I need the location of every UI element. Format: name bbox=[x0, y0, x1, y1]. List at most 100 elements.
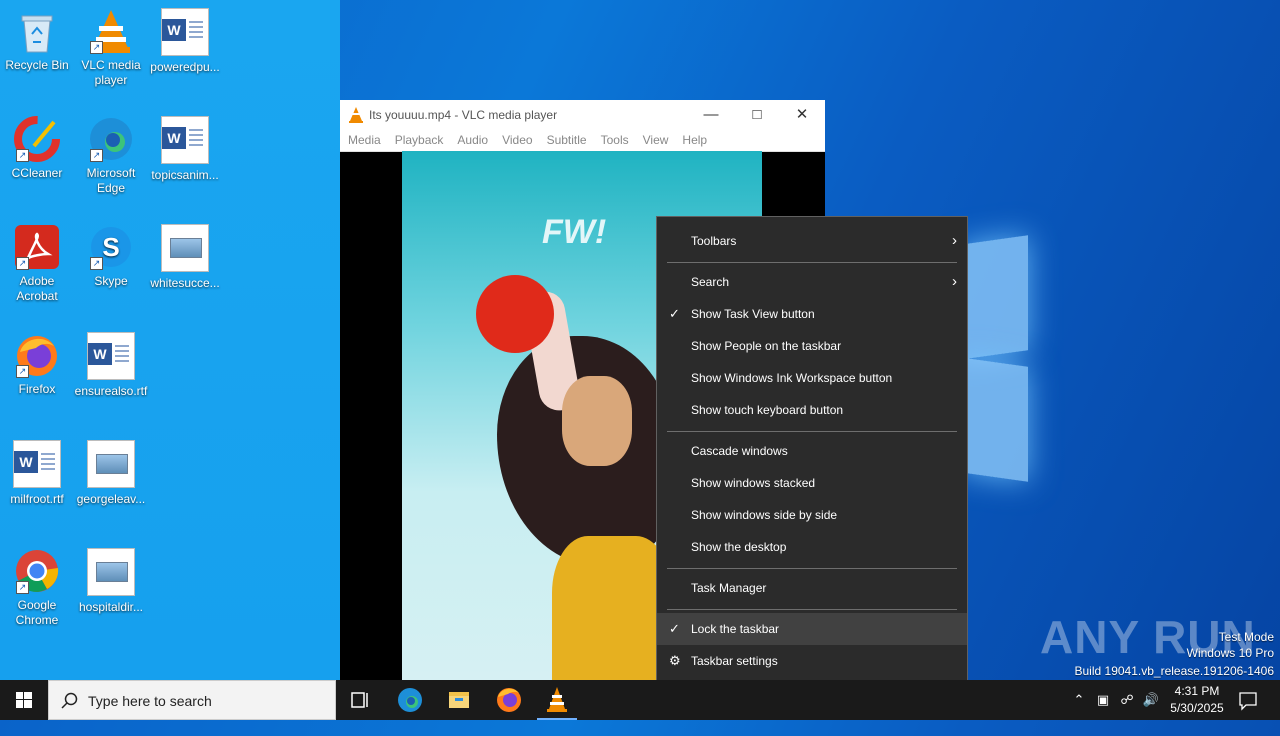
vlc-window-title: Its youuuu.mp4 - VLC media player bbox=[369, 108, 558, 122]
taskbar[interactable]: Type here to search ⌃ ▣ ☍ 🔊 4:31 PM 5/30… bbox=[0, 680, 1280, 720]
menu-item-label: Show People on the taskbar bbox=[691, 339, 842, 353]
desktop-icon-topicsanim[interactable]: W topicsanim... bbox=[148, 116, 222, 183]
tray-device-icon[interactable]: ▣ bbox=[1092, 680, 1114, 720]
menu-subtitle[interactable]: Subtitle bbox=[539, 130, 593, 147]
desktop-icon-acrobat[interactable]: ↗ Adobe Acrobat bbox=[0, 224, 74, 304]
desktop-icon-recycle-bin[interactable]: Recycle Bin bbox=[0, 8, 74, 73]
desktop-icon-hospitaldir[interactable]: hospitaldir... bbox=[74, 548, 148, 615]
video-figure-face bbox=[562, 376, 632, 466]
desktop-icon-vlc[interactable]: ↗ VLC media player bbox=[74, 8, 148, 88]
menu-separator bbox=[667, 568, 957, 569]
menu-separator bbox=[667, 431, 957, 432]
desktop-icon-label: Google Chrome bbox=[15, 598, 59, 627]
menu-item-task-manager[interactable]: Task Manager bbox=[657, 572, 967, 604]
desktop-icon-label: whitesucce... bbox=[150, 276, 220, 290]
menu-item-label: Show Task View button bbox=[691, 307, 815, 321]
desktop-icon-poweredpu[interactable]: W poweredpu... bbox=[148, 8, 222, 75]
menu-item-label: Task Manager bbox=[691, 581, 767, 595]
menu-item-show-ink-workspace[interactable]: Show Windows Ink Workspace button bbox=[657, 362, 967, 394]
menu-separator bbox=[667, 609, 957, 610]
menu-video[interactable]: Video bbox=[494, 130, 538, 147]
menu-item-label: Show windows stacked bbox=[691, 476, 816, 490]
taskbar-firefox[interactable] bbox=[485, 680, 533, 720]
edge-icon bbox=[398, 688, 422, 712]
minimize-button[interactable]: — bbox=[688, 100, 734, 130]
desktop-icon-label: topicsanim... bbox=[151, 168, 219, 182]
desktop-icon-label: Adobe Acrobat bbox=[16, 274, 58, 303]
windows-edition-text: Windows 10 Pro bbox=[1186, 646, 1274, 660]
desktop-icon-label: Firefox bbox=[18, 382, 56, 396]
word-doc-icon: W bbox=[87, 332, 135, 380]
menu-tools[interactable]: Tools bbox=[593, 130, 635, 147]
start-button[interactable] bbox=[0, 680, 48, 720]
menu-media[interactable]: Media bbox=[340, 130, 387, 147]
word-doc-icon: W bbox=[13, 440, 61, 488]
desktop-icon-ensurealso[interactable]: W ensurealso.rtf bbox=[74, 332, 148, 399]
menu-item-show-touch-keyboard[interactable]: Show touch keyboard button bbox=[657, 394, 967, 426]
menu-audio[interactable]: Audio bbox=[449, 130, 494, 147]
menu-item-label: Show the desktop bbox=[691, 540, 787, 554]
close-button[interactable]: ✕ bbox=[779, 100, 825, 130]
taskbar-vlc[interactable] bbox=[533, 680, 581, 720]
desktop-icon-chrome[interactable]: ↗ Google Chrome bbox=[0, 548, 74, 628]
vlc-icon: ↗ bbox=[88, 8, 134, 54]
word-doc-icon: W bbox=[161, 8, 209, 56]
shortcut-arrow-icon: ↗ bbox=[90, 257, 103, 270]
taskbar-search-box[interactable]: Type here to search bbox=[48, 680, 336, 720]
menu-item-label: Show windows side by side bbox=[691, 508, 838, 522]
checkmark-icon: ✓ bbox=[669, 621, 680, 636]
menu-item-show-desktop[interactable]: Show the desktop bbox=[657, 531, 967, 563]
shortcut-arrow-icon: ↗ bbox=[16, 149, 29, 162]
menu-item-windows-side-by-side[interactable]: Show windows side by side bbox=[657, 499, 967, 531]
menu-item-cascade-windows[interactable]: Cascade windows bbox=[657, 435, 967, 467]
task-view-icon bbox=[351, 692, 368, 708]
menu-item-show-task-view[interactable]: ✓ Show Task View button bbox=[657, 298, 967, 330]
desktop-icon-label: VLC media player bbox=[81, 58, 141, 87]
search-icon bbox=[61, 692, 78, 709]
menu-item-lock-taskbar[interactable]: ✓ Lock the taskbar bbox=[657, 613, 967, 645]
taskbar-context-menu: Toolbars › Search › ✓ Show Task View but… bbox=[656, 216, 968, 685]
vlc-icon bbox=[547, 687, 567, 712]
volume-icon[interactable]: 🔊 bbox=[1140, 680, 1162, 720]
show-hidden-icons-button[interactable]: ⌃ bbox=[1068, 680, 1090, 720]
menu-item-show-people[interactable]: Show People on the taskbar bbox=[657, 330, 967, 362]
firefox-icon: ↗ bbox=[14, 332, 60, 378]
desktop-icon-whitesucce[interactable]: whitesucce... bbox=[148, 224, 222, 291]
maximize-button[interactable]: □ bbox=[734, 100, 780, 130]
desktop-icon-firefox[interactable]: ↗ Firefox bbox=[0, 332, 74, 397]
checkmark-icon: ✓ bbox=[669, 306, 680, 321]
desktop-icon-label: Microsoft Edge bbox=[86, 166, 136, 195]
video-overlay-text: FW! bbox=[542, 213, 607, 251]
shortcut-arrow-icon: ↗ bbox=[90, 41, 103, 54]
taskbar-clock[interactable]: 4:31 PM 5/30/2025 bbox=[1164, 683, 1230, 717]
menu-item-toolbars[interactable]: Toolbars › bbox=[657, 225, 967, 257]
acrobat-icon: ↗ bbox=[14, 224, 60, 270]
clock-date: 5/30/2025 bbox=[1170, 701, 1224, 715]
menu-item-label: Taskbar settings bbox=[691, 654, 778, 668]
menu-separator bbox=[667, 262, 957, 263]
menu-help[interactable]: Help bbox=[674, 130, 713, 147]
network-icon[interactable]: ☍ bbox=[1116, 680, 1138, 720]
taskbar-file-explorer[interactable] bbox=[435, 680, 483, 720]
chevron-right-icon: › bbox=[952, 232, 957, 249]
desktop-icon-edge[interactable]: ↗ Microsoft Edge bbox=[74, 116, 148, 196]
menu-playback[interactable]: Playback bbox=[387, 130, 450, 147]
menu-item-taskbar-settings[interactable]: ⚙ Taskbar settings bbox=[657, 645, 967, 677]
menu-item-label: Toolbars bbox=[691, 234, 737, 248]
desktop-icon-skype[interactable]: S ↗ Skype bbox=[74, 224, 148, 289]
desktop-icon-georgeleav[interactable]: georgeleav... bbox=[74, 440, 148, 507]
task-view-button[interactable] bbox=[336, 680, 384, 720]
chevron-right-icon: › bbox=[952, 273, 957, 290]
taskbar-edge[interactable] bbox=[386, 680, 434, 720]
vlc-title-bar[interactable]: Its youuuu.mp4 - VLC media player — □ ✕ bbox=[340, 100, 825, 130]
menu-item-label: Show Windows Ink Workspace button bbox=[691, 371, 893, 385]
desktop-icon-milfroot[interactable]: W milfroot.rtf bbox=[0, 440, 74, 507]
vlc-menu-bar: Media Playback Audio Video Subtitle Tools View… bbox=[340, 130, 825, 152]
menu-view[interactable]: View bbox=[635, 130, 675, 147]
desktop-icon-label: poweredpu... bbox=[150, 60, 220, 74]
menu-item-windows-stacked[interactable]: Show windows stacked bbox=[657, 467, 967, 499]
desktop-icon-ccleaner[interactable]: ↗ CCleaner bbox=[0, 116, 74, 181]
ccleaner-icon: ↗ bbox=[14, 116, 60, 162]
action-center-button[interactable] bbox=[1236, 680, 1260, 720]
menu-item-search[interactable]: Search › bbox=[657, 266, 967, 298]
